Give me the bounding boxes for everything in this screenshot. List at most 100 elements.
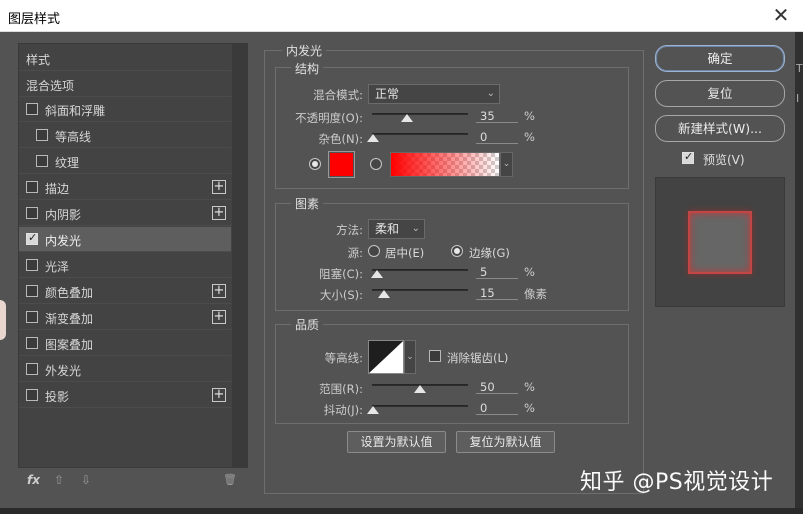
style-list-footer: fx ⇧ ⇩ 🗑: [19, 470, 248, 494]
source-center-radio[interactable]: [368, 245, 380, 257]
sidebar-item-gradient-overlay[interactable]: 渐变叠加 +: [19, 305, 231, 330]
style-list-header[interactable]: 样式: [19, 46, 231, 71]
range-slider-thumb[interactable]: [414, 385, 426, 393]
checkbox[interactable]: [26, 363, 38, 375]
sidebar-item-bevel-emboss[interactable]: 斜面和浮雕: [19, 97, 231, 122]
color-radio[interactable]: [309, 158, 321, 170]
sidebar-item-pattern-overlay[interactable]: 图案叠加: [19, 331, 231, 356]
opacity-slider-thumb[interactable]: [401, 114, 413, 122]
jitter-input[interactable]: 0: [476, 401, 518, 415]
jitter-unit: %: [524, 401, 535, 415]
checkbox[interactable]: [26, 181, 38, 193]
noise-slider-thumb[interactable]: [367, 134, 379, 142]
sidebar-item-color-overlay[interactable]: 颜色叠加 +: [19, 279, 231, 304]
list-item-label: 光泽: [45, 260, 70, 274]
choke-slider[interactable]: [372, 269, 468, 271]
jitter-slider[interactable]: [372, 405, 468, 407]
chevron-down-icon: ⌄: [486, 88, 495, 99]
size-unit: 像素: [524, 287, 547, 301]
antialias-checkbox[interactable]: [429, 350, 441, 362]
antialias-label[interactable]: 消除锯齿(L): [447, 350, 508, 366]
size-input[interactable]: 15: [476, 286, 518, 300]
new-style-button[interactable]: 新建样式(W)...: [655, 115, 785, 142]
glow-color-swatch[interactable]: [328, 151, 355, 178]
size-slider-thumb[interactable]: [378, 290, 390, 298]
opacity-slider[interactable]: [372, 113, 468, 115]
trash-icon[interactable]: 🗑: [223, 473, 237, 486]
opacity-input[interactable]: 35: [476, 109, 518, 123]
close-icon[interactable]: ✕: [768, 2, 794, 28]
panel-title: 内发光: [282, 42, 327, 59]
source-label: 源:: [347, 246, 363, 260]
range-input[interactable]: 50: [476, 380, 518, 394]
chevron-down-icon[interactable]: ⌄: [500, 152, 513, 177]
quality-title: 品质: [291, 316, 324, 333]
opacity-unit: %: [524, 109, 535, 123]
noise-label: 杂色(N):: [318, 132, 363, 146]
checkbox[interactable]: [26, 389, 38, 401]
jitter-slider-thumb[interactable]: [367, 406, 379, 414]
sidebar-item-blending-options[interactable]: 混合选项: [19, 72, 231, 97]
sidebar-item-satin[interactable]: 光泽: [19, 253, 231, 278]
preview-label[interactable]: 预览(V): [703, 151, 745, 168]
list-item-label: 等高线: [55, 130, 92, 144]
move-up-icon[interactable]: ⇧: [54, 473, 64, 487]
choke-slider-thumb[interactable]: [371, 270, 383, 278]
blend-mode-dropdown[interactable]: 正常 ⌄: [368, 84, 500, 104]
background-glyph: I: [796, 92, 800, 105]
method-dropdown[interactable]: 柔和 ⌄: [368, 219, 425, 239]
sidebar-item-stroke[interactable]: 描边 +: [19, 175, 231, 200]
structure-title: 结构: [291, 60, 324, 77]
noise-input[interactable]: 0: [476, 130, 518, 144]
checkbox[interactable]: [26, 103, 38, 115]
ok-button[interactable]: 确定: [655, 45, 785, 72]
opacity-label: 不透明度(O):: [295, 111, 363, 125]
chevron-down-icon[interactable]: ⌄: [404, 340, 416, 374]
checkbox[interactable]: [26, 311, 38, 323]
checkbox[interactable]: [36, 129, 48, 141]
choke-input[interactable]: 5: [476, 265, 518, 279]
gradient-picker[interactable]: [390, 152, 500, 177]
checkbox[interactable]: [26, 337, 38, 349]
contour-picker[interactable]: [368, 340, 404, 374]
background-app-edge: [0, 300, 6, 340]
add-icon[interactable]: +: [212, 388, 226, 402]
source-edge-radio[interactable]: [451, 245, 463, 257]
make-default-button[interactable]: 设置为默认值: [347, 431, 446, 453]
move-down-icon[interactable]: ⇩: [81, 473, 91, 487]
reset-default-button[interactable]: 复位为默认值: [456, 431, 555, 453]
preview-checkbox[interactable]: [682, 150, 694, 164]
add-icon[interactable]: +: [212, 180, 226, 194]
list-item-label: 混合选项: [26, 79, 75, 93]
range-label: 范围(R):: [319, 382, 363, 396]
background-app-edge: T I: [795, 32, 803, 514]
contour-label: 等高线:: [324, 351, 363, 365]
list-item-label: 纹理: [55, 156, 80, 170]
checkbox[interactable]: [26, 231, 38, 245]
checkbox[interactable]: [26, 207, 38, 219]
sidebar-item-drop-shadow[interactable]: 投影 +: [19, 383, 231, 408]
elements-title: 图素: [291, 195, 324, 212]
sidebar-item-texture[interactable]: 纹理: [19, 149, 231, 174]
checkbox[interactable]: [36, 155, 48, 167]
style-list-scrollbar[interactable]: [232, 44, 247, 468]
add-icon[interactable]: +: [212, 206, 226, 220]
source-center-label[interactable]: 居中(E): [385, 245, 424, 261]
checkbox[interactable]: [26, 285, 38, 297]
size-label: 大小(S):: [319, 288, 363, 302]
reset-button[interactable]: 复位: [655, 80, 785, 107]
sidebar-item-outer-glow[interactable]: 外发光: [19, 357, 231, 382]
add-icon[interactable]: +: [212, 284, 226, 298]
sidebar-item-inner-shadow[interactable]: 内阴影 +: [19, 201, 231, 226]
sidebar-item-contour[interactable]: 等高线: [19, 123, 231, 148]
window-title: 图层样式: [8, 12, 61, 27]
noise-slider[interactable]: [372, 133, 468, 135]
title-bar: 图层样式 ✕: [0, 0, 803, 32]
checkbox[interactable]: [26, 259, 38, 271]
add-icon[interactable]: +: [212, 310, 226, 324]
fx-icon[interactable]: fx: [27, 473, 40, 487]
sidebar-item-inner-glow[interactable]: 内发光: [19, 227, 231, 252]
gradient-radio[interactable]: [370, 158, 382, 170]
method-label: 方法:: [336, 223, 363, 237]
source-edge-label[interactable]: 边缘(G): [469, 245, 510, 261]
